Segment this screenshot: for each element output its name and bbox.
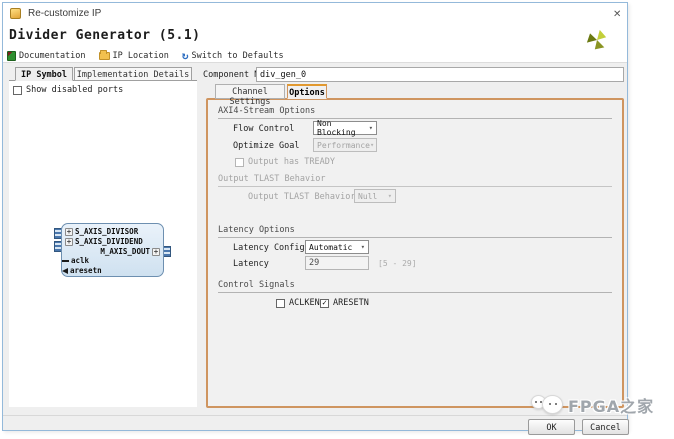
xilinx-pinwheel-logo xyxy=(586,29,608,51)
switch-to-defaults-button[interactable]: ↻ Switch to Defaults xyxy=(182,51,284,61)
flow-control-dropdown[interactable]: Non Blocking ▾ xyxy=(313,121,377,135)
cancel-button[interactable]: Cancel xyxy=(582,419,629,435)
port-aclk: aclk xyxy=(62,256,89,265)
expand-port-icon[interactable]: + xyxy=(152,248,160,256)
chevron-down-icon: ▾ xyxy=(369,124,373,132)
optimize-goal-dropdown: Performance ▾ xyxy=(313,138,377,152)
latency-configuration-value: Automatic xyxy=(309,243,352,252)
port-s-axis-divisor: + S_AXIS_DIVISOR xyxy=(65,227,138,236)
section-axi4-stream-options: AXI4-Stream Options xyxy=(218,106,612,119)
reset-pin-icon xyxy=(62,268,68,274)
watermark: FPGA之家 xyxy=(531,386,674,418)
window-title: Re-customize IP xyxy=(28,8,101,19)
tab-options[interactable]: Options xyxy=(287,84,327,99)
chevron-down-icon: ▾ xyxy=(388,192,392,200)
ok-button[interactable]: OK xyxy=(528,419,575,435)
port-label-dout: M_AXIS_DOUT xyxy=(100,247,150,256)
chevron-down-icon: ▾ xyxy=(361,243,365,251)
component-name-input[interactable] xyxy=(256,67,624,82)
switch-to-defaults-label: Switch to Defaults xyxy=(191,51,283,61)
output-tlast-behavior-label: Output TLAST Behavior xyxy=(248,192,355,202)
aresetn-row: ✓ ARESETN xyxy=(320,298,369,308)
tab-implementation-details[interactable]: Implementation Details xyxy=(74,67,192,81)
latency-range-hint: [5 - 29] xyxy=(378,259,417,268)
recustomize-ip-icon xyxy=(10,8,21,19)
close-icon[interactable]: ✕ xyxy=(613,9,621,20)
aresetn-checkbox[interactable]: ✓ xyxy=(320,299,329,308)
output-tlast-behavior-value: Null xyxy=(358,192,377,201)
documentation-button[interactable]: Documentation xyxy=(7,51,86,61)
ip-title: Divider Generator (5.1) xyxy=(9,28,201,43)
port-m-axis-dout: M_AXIS_DOUT + xyxy=(100,247,160,256)
ip-symbol-panel: Show disabled ports + S_AXIS_DIVISOR + S… xyxy=(9,80,197,407)
output-has-tready-label: Output has TREADY xyxy=(248,157,335,167)
ip-location-label: IP Location xyxy=(113,51,169,61)
show-disabled-ports-label: Show disabled ports xyxy=(26,85,123,95)
latency-input xyxy=(305,256,369,270)
clock-pin-icon xyxy=(62,260,69,262)
port-aresetn: aresetn xyxy=(62,266,102,275)
dialog-header: Re-customize IP ✕ Divider Generator (5.1… xyxy=(3,3,627,63)
show-disabled-ports-row: Show disabled ports xyxy=(13,85,123,95)
show-disabled-ports-checkbox[interactable] xyxy=(13,86,22,95)
check-icon: ✓ xyxy=(322,299,327,307)
section-output-tlast-behavior: Output TLAST Behavior xyxy=(218,174,612,187)
expand-port-icon[interactable]: + xyxy=(65,228,73,236)
watermark-text: FPGA之家 xyxy=(568,393,654,417)
refresh-icon: ↻ xyxy=(182,51,189,61)
port-s-axis-dividend: + S_AXIS_DIVIDEND xyxy=(65,237,143,246)
latency-label: Latency xyxy=(233,259,269,269)
output-has-tready-checkbox xyxy=(235,158,244,167)
port-label-divisor: S_AXIS_DIVISOR xyxy=(75,227,138,236)
aclken-row: ACLKEN xyxy=(276,298,320,308)
section-latency-options: Latency Options xyxy=(218,225,612,238)
chevron-down-icon: ▾ xyxy=(370,141,374,149)
tab-channel-settings[interactable]: Channel Settings xyxy=(215,84,285,99)
ip-location-button[interactable]: IP Location xyxy=(99,51,169,61)
output-tlast-behavior-dropdown: Null ▾ xyxy=(354,189,396,203)
output-has-tready-row: Output has TREADY xyxy=(235,157,335,167)
documentation-label: Documentation xyxy=(19,51,86,61)
bus-stub-dout xyxy=(163,246,171,257)
recustomize-ip-dialog: Re-customize IP ✕ Divider Generator (5.1… xyxy=(2,2,628,431)
port-label-dividend: S_AXIS_DIVIDEND xyxy=(75,237,143,246)
flow-control-value: Non Blocking xyxy=(317,119,369,137)
port-label-aclk: aclk xyxy=(71,256,89,265)
ip-symbol-block: + S_AXIS_DIVISOR + S_AXIS_DIVIDEND M_AXI… xyxy=(61,223,164,277)
aclken-checkbox[interactable] xyxy=(276,299,285,308)
section-control-signals: Control Signals xyxy=(218,280,612,293)
documentation-icon xyxy=(7,51,16,61)
watermark-mascot-icon xyxy=(542,395,563,414)
optimize-goal-value: Performance xyxy=(317,141,370,150)
optimize-goal-label: Optimize Goal xyxy=(233,141,300,151)
aresetn-checkbox-label: ARESETN xyxy=(333,298,369,308)
toolbar: Documentation IP Location ↻ Switch to De… xyxy=(7,49,284,62)
tab-ip-symbol[interactable]: IP Symbol xyxy=(15,67,73,81)
aclken-label: ACLKEN xyxy=(289,298,320,308)
expand-port-icon[interactable]: + xyxy=(65,238,73,246)
folder-icon xyxy=(99,52,110,60)
port-label-aresetn: aresetn xyxy=(70,266,102,275)
latency-configuration-dropdown[interactable]: Automatic ▾ xyxy=(305,240,369,254)
options-panel: AXI4-Stream Options Flow Control Non Blo… xyxy=(206,98,624,408)
flow-control-label: Flow Control xyxy=(233,124,294,134)
